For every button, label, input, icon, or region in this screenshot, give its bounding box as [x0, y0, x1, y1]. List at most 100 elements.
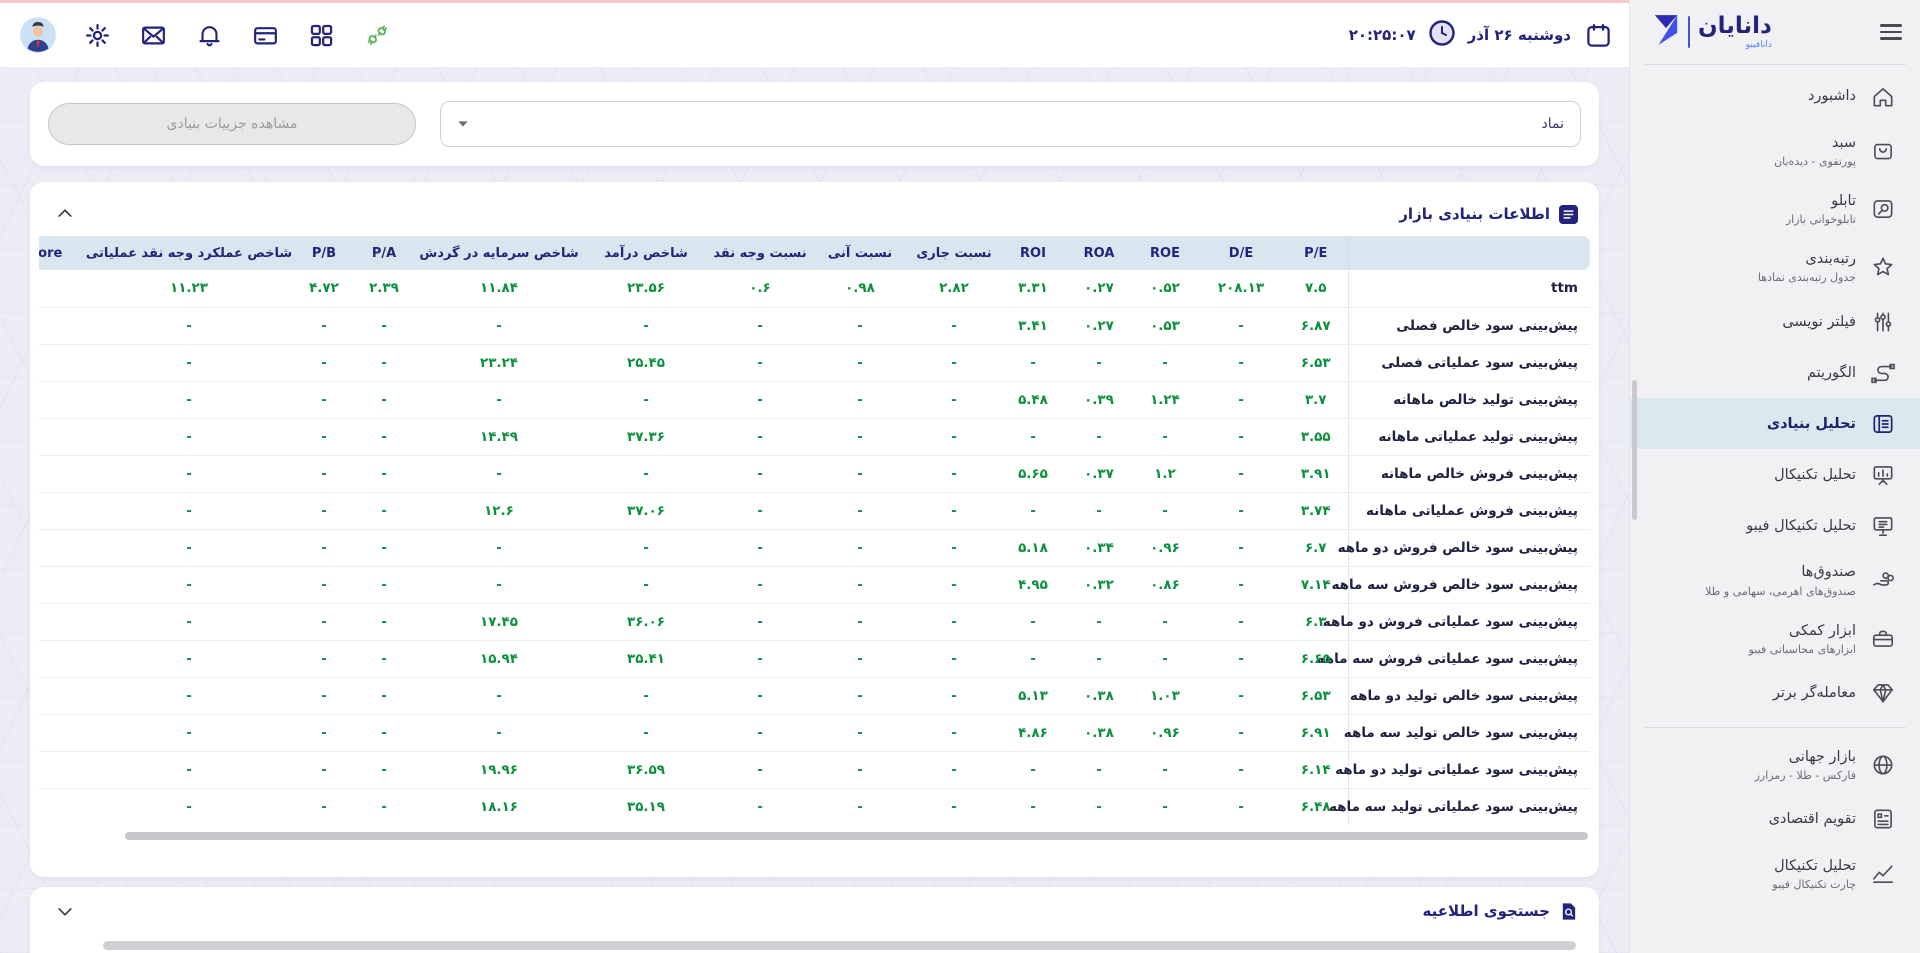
table-cell: - — [1198, 677, 1284, 714]
table-cell: - — [1198, 307, 1284, 344]
table-row: پیش‌بینی سود خالص فصلی۶.۸۷-۰.۵۳۰.۲۷۳.۴۱-… — [39, 307, 1590, 344]
collapse-section-button[interactable] — [51, 200, 79, 228]
fundamental-analysis-icon — [1869, 410, 1896, 437]
table-cell: ۵.۱۳ — [1000, 677, 1066, 714]
table-cell: - — [908, 418, 1000, 455]
topbar: دوشنبه ۲۶ آذر ۲۰:۲۵:۰۷ — [0, 3, 1629, 67]
table-cell: - — [1132, 418, 1198, 455]
table-cell: - — [812, 603, 908, 640]
table-cell: - — [414, 677, 584, 714]
bell-icon[interactable] — [194, 20, 224, 50]
table-cell: - — [354, 455, 414, 492]
table-cell: - — [584, 566, 708, 603]
home-icon — [1869, 83, 1896, 110]
view-fundamental-details-button[interactable]: مشاهده جزییات بنیادی — [48, 103, 416, 145]
table-cell: - — [354, 714, 414, 751]
brand-logo[interactable]: دانایان دانافیبو — [1652, 13, 1772, 51]
table-cell: - — [1000, 418, 1066, 455]
section-title: جستجوی اطلاعیه — [1422, 902, 1550, 920]
plug-icon[interactable] — [362, 20, 392, 50]
sidebar-item-algorithm[interactable]: الگوریتم — [1630, 347, 1920, 398]
table-cell: - — [708, 344, 812, 381]
table-cell: ۴.۷۲ — [294, 270, 354, 307]
divider — [1644, 727, 1906, 728]
fundamental-table: P/ED/EROEROAROIنسبت جارینسبت آنینسبت وجه… — [39, 236, 1590, 825]
table-cell: - — [414, 455, 584, 492]
table-cell: - — [84, 788, 294, 825]
table-cell — [39, 603, 84, 640]
table-cell: ۰.۵۲ — [1132, 270, 1198, 307]
sidebar-item-dashboard[interactable]: داشبورد — [1630, 71, 1920, 122]
table-cell: - — [294, 603, 354, 640]
menu-toggle-button[interactable] — [1880, 24, 1902, 39]
table-cell: - — [708, 603, 812, 640]
sidebar-item-auxiliary-tools[interactable]: ابزار کمکی ابزارهای محاسباتی فیبو — [1630, 610, 1920, 668]
sidebar-scrollbar[interactable] — [1632, 380, 1637, 520]
main-content: نماد مشاهده جزییات بنیادی اطلاعات بنیادی… — [0, 67, 1629, 953]
table-cell: ۱۱.۲۳ — [84, 270, 294, 307]
sidebar-item-board[interactable]: تابلو تابلوخوانی بازار — [1630, 180, 1920, 238]
table-cell: - — [908, 788, 1000, 825]
user-avatar[interactable] — [20, 17, 56, 53]
table-cell: ۰.۹۶ — [1132, 529, 1198, 566]
table-cell: ۰.۳۹ — [1066, 381, 1132, 418]
sidebar-item-filter-writing[interactable]: فیلتر نویسی — [1630, 296, 1920, 347]
table-cell: - — [1198, 418, 1284, 455]
table-cell: - — [812, 714, 908, 751]
table-cell: - — [84, 677, 294, 714]
row-label: پیش‌بینی سود عملیاتی فروش سه ماهه — [1348, 640, 1590, 677]
table-cell: ۳.۵۵ — [1284, 418, 1348, 455]
table-cell: - — [1066, 418, 1132, 455]
row-label: پیش‌بینی سود خالص فروش سه ماهه — [1348, 566, 1590, 603]
table-horizontal-scrollbar[interactable] — [39, 832, 1590, 840]
credit-card-icon[interactable] — [250, 20, 280, 50]
table-cell: ۲۳.۲۴ — [414, 344, 584, 381]
sidebar-item-ranking[interactable]: رتبه‌بندی جدول رتبه‌بندی نمادها — [1630, 238, 1920, 296]
table-cell: - — [1132, 344, 1198, 381]
app-root: دانایان دانافیبو داشبورد سبد پور — [0, 0, 1920, 953]
gear-icon[interactable] — [82, 20, 112, 50]
row-label-header — [1348, 236, 1590, 270]
table-cell: - — [1198, 492, 1284, 529]
table-cell: - — [84, 418, 294, 455]
table-cell: - — [908, 455, 1000, 492]
sidebar-item-top-trader[interactable]: معامله‌گر برتر — [1630, 668, 1920, 719]
sidebar-item-global-market[interactable]: بازار جهانی فارکس - طلا - رمزارز — [1630, 736, 1920, 794]
table-cell — [39, 788, 84, 825]
table-cell: - — [84, 307, 294, 344]
table-cell: - — [812, 418, 908, 455]
table-cell: ۳۶.۵۹ — [584, 751, 708, 788]
table-cell: - — [1000, 344, 1066, 381]
table-row: پیش‌بینی فروش خالص ماهانه۳.۹۱-۱.۲۰.۳۷۵.۶… — [39, 455, 1590, 492]
symbol-search-card: نماد مشاهده جزییات بنیادی — [30, 82, 1599, 166]
sidebar-item-technical-chart[interactable]: تحلیل تکنیکال چارت تکنیکال فیبو — [1630, 845, 1920, 903]
sidebar-item-portfolio[interactable]: سبد پورتفوی - دیده‌بان — [1630, 122, 1920, 180]
table-cell — [39, 381, 84, 418]
sidebar-item-fundamental-analysis[interactable]: تحلیل بنیادی — [1630, 398, 1920, 449]
table-cell: ۲۰۸.۱۳ — [1198, 270, 1284, 307]
table-cell: ۴.۹۵ — [1000, 566, 1066, 603]
column-header: ROI — [1000, 236, 1066, 270]
symbol-select[interactable]: نماد — [440, 101, 1581, 147]
table-cell: - — [84, 344, 294, 381]
table-cell: - — [294, 381, 354, 418]
apps-grid-icon[interactable] — [306, 20, 336, 50]
sidebar-item-technical-fibo[interactable]: تحلیل تکنیکال فیبو — [1630, 500, 1920, 551]
board-icon — [1869, 196, 1896, 223]
sidebar-item-funds[interactable]: صندوق‌ها صندوق‌های اهرمی، سهامی و طلا — [1630, 551, 1920, 609]
calendar-icon[interactable] — [1583, 20, 1613, 50]
expand-section-button[interactable] — [51, 897, 79, 925]
sidebar-item-technical-analysis[interactable]: تحلیل تکنیکال — [1630, 449, 1920, 500]
table-cell: - — [84, 492, 294, 529]
table-cell: ۳۷.۰۶ — [584, 492, 708, 529]
table-cell: - — [1066, 640, 1132, 677]
table-cell: - — [84, 640, 294, 677]
sidebar-item-economic-calendar[interactable]: تقویم اقتصادی — [1630, 794, 1920, 845]
table-cell: - — [1132, 751, 1198, 788]
table-cell: - — [414, 714, 584, 751]
table-cell: - — [584, 529, 708, 566]
table-cell: ۱۷.۴۵ — [414, 603, 584, 640]
table-cell: ۵.۴۸ — [1000, 381, 1066, 418]
scrollbar-thumb[interactable] — [125, 832, 1588, 840]
mail-icon[interactable] — [138, 20, 168, 50]
